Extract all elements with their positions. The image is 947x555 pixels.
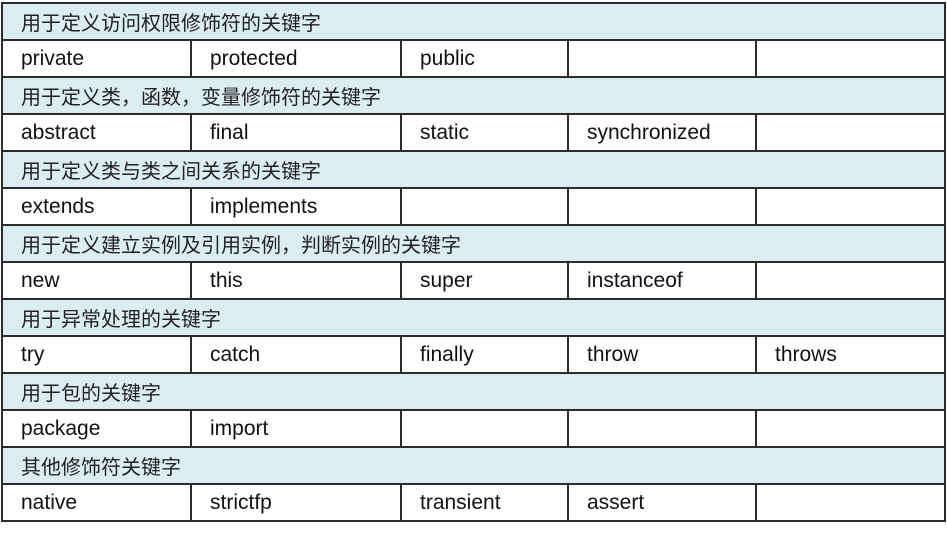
category-label: 用于定义类与类之间关系的关键字	[1, 150, 946, 189]
keyword-row: try catch finally throw throws	[1, 335, 946, 374]
keyword-cell	[567, 409, 757, 448]
keyword-cell	[400, 409, 569, 448]
keyword-cell: import	[190, 409, 402, 448]
keyword-cell	[755, 409, 946, 448]
category-label: 用于定义类，函数，变量修饰符的关键字	[1, 76, 946, 115]
keyword-cell: strictfp	[190, 483, 402, 522]
keyword-cell	[755, 483, 946, 522]
keyword-row: abstract final static synchronized	[1, 113, 946, 152]
category-row: 用于定义类与类之间关系的关键字	[1, 150, 946, 189]
keyword-cell	[567, 39, 757, 78]
keyword-cell: final	[190, 113, 402, 152]
keyword-cell: extends	[1, 187, 192, 226]
keyword-cell: synchronized	[567, 113, 757, 152]
keyword-cell: catch	[190, 335, 402, 374]
keyword-cell: implements	[190, 187, 402, 226]
keyword-cell: new	[1, 261, 192, 300]
keyword-cell: instanceof	[567, 261, 757, 300]
category-row: 用于定义访问权限修饰符的关键字	[1, 2, 946, 41]
keyword-cell: abstract	[1, 113, 192, 152]
keyword-cell: throw	[567, 335, 757, 374]
keyword-cell	[755, 39, 946, 78]
keyword-cell: assert	[567, 483, 757, 522]
keyword-cell: this	[190, 261, 402, 300]
keyword-cell: private	[1, 39, 192, 78]
category-label: 用于定义建立实例及引用实例，判断实例的关键字	[1, 224, 946, 263]
keyword-row: private protected public	[1, 39, 946, 78]
category-label: 用于定义访问权限修饰符的关键字	[1, 2, 946, 41]
keyword-cell	[567, 187, 757, 226]
keyword-cell	[755, 187, 946, 226]
category-row: 用于异常处理的关键字	[1, 298, 946, 337]
category-row: 用于定义类，函数，变量修饰符的关键字	[1, 76, 946, 115]
keyword-cell: static	[400, 113, 569, 152]
keyword-cell: transient	[400, 483, 569, 522]
keyword-cell	[755, 113, 946, 152]
category-row: 用于包的关键字	[1, 372, 946, 411]
keyword-cell: finally	[400, 335, 569, 374]
keywords-table-body: 用于定义访问权限修饰符的关键字 private protected public…	[1, 2, 946, 522]
keyword-cell: package	[1, 409, 192, 448]
keyword-row: extends implements	[1, 187, 946, 226]
category-row: 其他修饰符关键字	[1, 446, 946, 485]
keyword-cell	[755, 261, 946, 300]
keyword-cell: super	[400, 261, 569, 300]
keyword-cell	[400, 187, 569, 226]
keyword-row: package import	[1, 409, 946, 448]
category-label: 其他修饰符关键字	[1, 446, 946, 485]
keyword-cell: native	[1, 483, 192, 522]
keyword-cell: try	[1, 335, 192, 374]
keyword-cell: protected	[190, 39, 402, 78]
keyword-row: native strictfp transient assert	[1, 483, 946, 522]
keyword-cell: public	[400, 39, 569, 78]
category-label: 用于异常处理的关键字	[1, 298, 946, 337]
keyword-cell: throws	[755, 335, 946, 374]
category-row: 用于定义建立实例及引用实例，判断实例的关键字	[1, 224, 946, 263]
category-label: 用于包的关键字	[1, 372, 946, 411]
java-keywords-table: 用于定义访问权限修饰符的关键字 private protected public…	[1, 2, 946, 522]
keyword-row: new this super instanceof	[1, 261, 946, 300]
